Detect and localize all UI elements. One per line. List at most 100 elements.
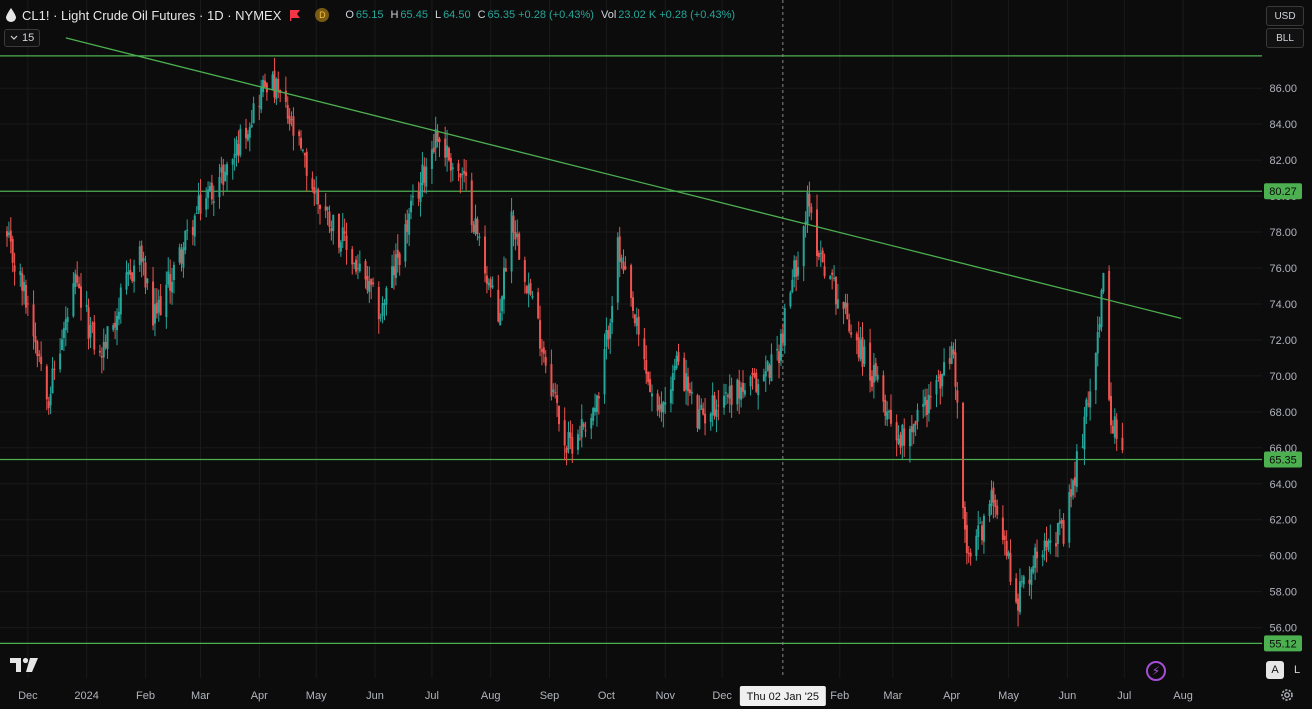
candle-body bbox=[277, 78, 280, 91]
candle-body bbox=[79, 286, 82, 308]
currency-button[interactable]: USD bbox=[1266, 6, 1304, 26]
candle-body bbox=[102, 341, 105, 358]
candle-body bbox=[1121, 437, 1124, 451]
candle-body bbox=[895, 422, 898, 441]
delayed-data-badge[interactable]: D bbox=[315, 8, 330, 22]
candle-body bbox=[912, 423, 915, 433]
ohlc-key: L bbox=[434, 9, 442, 21]
candle-body bbox=[152, 281, 155, 326]
candle-body bbox=[988, 504, 991, 517]
candle-body bbox=[184, 230, 187, 251]
candle-body bbox=[368, 280, 371, 293]
candle-body bbox=[383, 303, 386, 306]
candle-body bbox=[239, 128, 242, 155]
indicators-collapse-button[interactable]: 15 bbox=[4, 29, 41, 47]
candle-body bbox=[935, 379, 938, 395]
candle-body bbox=[768, 365, 771, 378]
candle-body bbox=[391, 266, 394, 288]
candle-body bbox=[451, 167, 454, 170]
price-tick-label: 76.00 bbox=[1269, 263, 1297, 275]
candle-body bbox=[622, 261, 625, 271]
candle-body bbox=[567, 432, 570, 450]
candle-body bbox=[197, 195, 200, 211]
time-tick-label: Feb bbox=[830, 690, 849, 702]
tradingview-logo-icon[interactable] bbox=[10, 656, 38, 674]
candle-body bbox=[755, 372, 758, 392]
candle-body bbox=[770, 354, 773, 382]
candle-body bbox=[157, 299, 160, 313]
candle-body bbox=[1054, 543, 1057, 547]
candle-body bbox=[1087, 403, 1090, 405]
candle-body bbox=[1043, 540, 1046, 552]
candle-body bbox=[140, 245, 143, 263]
time-tick-label: Jul bbox=[1117, 690, 1131, 702]
candle-body bbox=[683, 357, 686, 392]
candle-body bbox=[78, 283, 81, 289]
candle-body bbox=[146, 278, 149, 284]
candle-body bbox=[1009, 553, 1012, 582]
candle-body bbox=[766, 361, 769, 371]
candle-body bbox=[797, 267, 800, 276]
candle-body bbox=[789, 292, 792, 307]
candle-body bbox=[584, 430, 587, 432]
unit-button[interactable]: BLL bbox=[1266, 28, 1304, 48]
auto-scale-toggle[interactable]: A bbox=[1266, 661, 1284, 679]
candle-body bbox=[645, 360, 648, 374]
time-tick-label: Dec bbox=[712, 690, 732, 702]
symbol-title[interactable]: CL1! · Light Crude Oil Futures · 1D · NY… bbox=[22, 8, 281, 23]
candle-body bbox=[884, 399, 887, 416]
candle-body bbox=[941, 373, 944, 387]
candle-body bbox=[74, 273, 77, 287]
indicator-count: 15 bbox=[22, 32, 35, 44]
candle-body bbox=[590, 418, 593, 429]
candle-body bbox=[764, 371, 767, 377]
price-axis: 56.0058.0060.0062.0064.0066.0068.0070.00… bbox=[1262, 0, 1312, 709]
candle-body bbox=[673, 366, 676, 371]
candle-body bbox=[432, 147, 435, 153]
candle-body bbox=[616, 237, 619, 303]
candle-body bbox=[457, 163, 460, 171]
candle-body bbox=[178, 247, 181, 263]
candle-body bbox=[36, 341, 39, 357]
candle-body bbox=[252, 103, 255, 124]
candle-body bbox=[525, 286, 528, 293]
candle-body bbox=[180, 249, 183, 264]
candle-body bbox=[210, 182, 213, 200]
candle-body bbox=[717, 405, 720, 407]
candle-body bbox=[992, 487, 995, 503]
candle-body bbox=[943, 362, 946, 376]
candle-body bbox=[305, 151, 308, 176]
candle-body bbox=[40, 356, 43, 365]
candle-body bbox=[423, 166, 426, 183]
candle-body bbox=[740, 387, 743, 400]
candle-body bbox=[89, 324, 92, 338]
candle-body bbox=[817, 252, 820, 258]
candle-body bbox=[273, 70, 276, 98]
candle-body bbox=[470, 180, 473, 225]
level-price-text: 55.12 bbox=[1269, 638, 1297, 650]
candle-body bbox=[783, 308, 786, 346]
candle-body bbox=[874, 363, 877, 377]
candle-body bbox=[605, 330, 608, 347]
log-scale-toggle[interactable]: L bbox=[1288, 661, 1306, 679]
candle-body bbox=[922, 404, 925, 407]
candle-body bbox=[793, 260, 796, 278]
price-chart[interactable]: 56.0058.0060.0062.0064.0066.0068.0070.00… bbox=[0, 0, 1312, 709]
candle-body bbox=[823, 266, 826, 277]
gear-icon[interactable] bbox=[1279, 687, 1295, 703]
candle-body bbox=[199, 194, 202, 214]
candle-body bbox=[62, 328, 65, 339]
candle-body bbox=[311, 178, 314, 190]
time-tick-label: Nov bbox=[655, 690, 675, 702]
lightning-icon[interactable]: ⚡ bbox=[1146, 661, 1166, 681]
candle-body bbox=[366, 275, 369, 291]
candle-body bbox=[385, 287, 388, 305]
candle-body bbox=[1018, 581, 1021, 613]
candle-body bbox=[778, 351, 781, 364]
time-tick-label: Jun bbox=[1059, 690, 1077, 702]
candle-body bbox=[952, 349, 955, 355]
flag-icon[interactable] bbox=[289, 9, 301, 21]
time-tick-label: Apr bbox=[251, 690, 268, 702]
candle-body bbox=[438, 138, 441, 143]
candle-body bbox=[724, 392, 727, 394]
